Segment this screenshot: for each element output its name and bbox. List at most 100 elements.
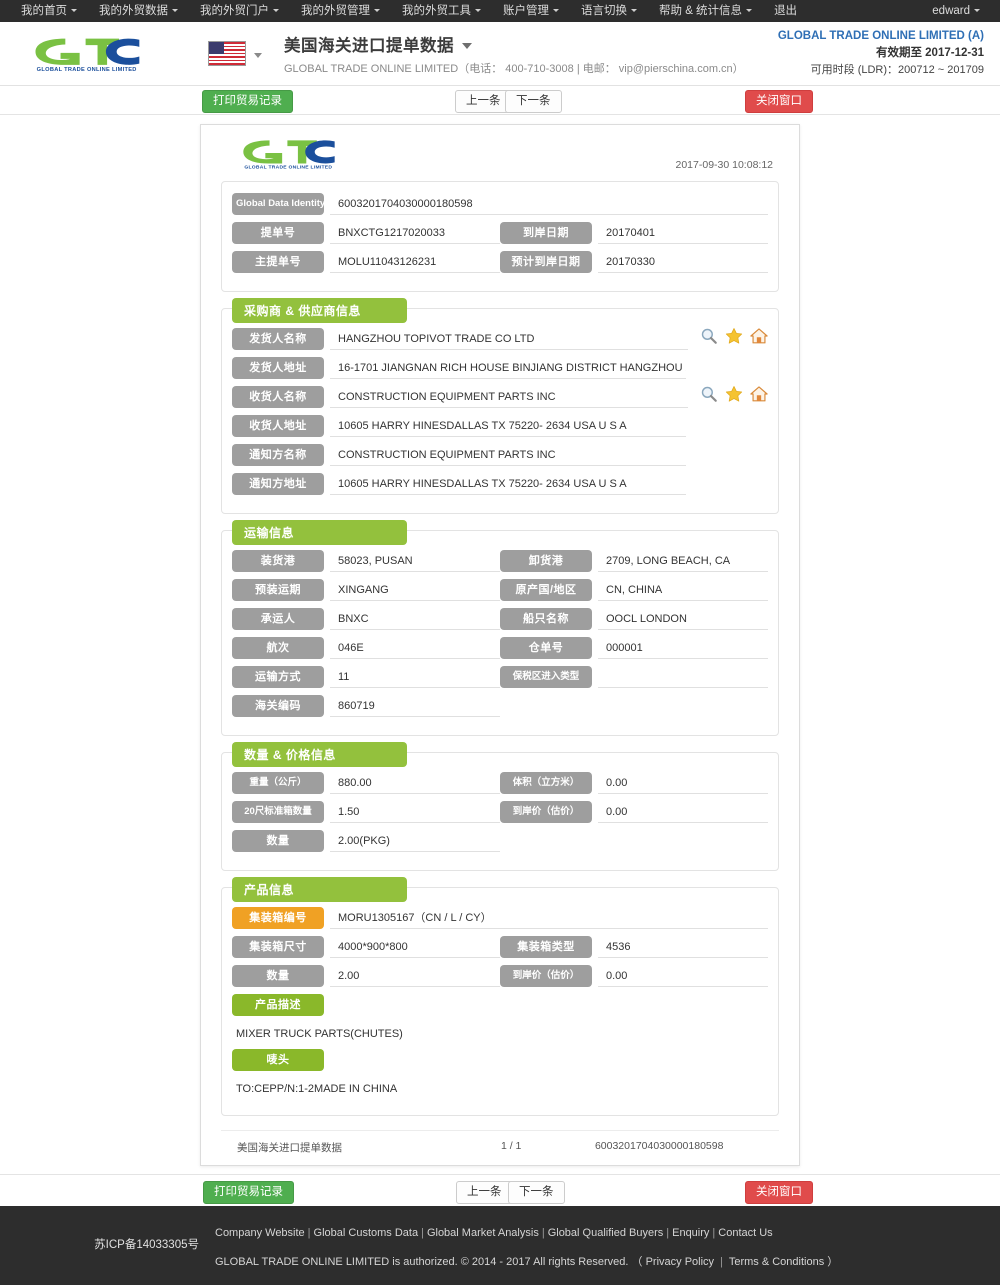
- container-number-label: 集装箱编号: [232, 906, 324, 929]
- close-window-button-bottom[interactable]: 关闭窗口: [745, 1181, 813, 1204]
- search-icon-button[interactable]: [700, 385, 718, 408]
- nav-item-3[interactable]: 我的外贸管理: [290, 0, 391, 22]
- nav-item-label: 账户管理: [503, 5, 549, 17]
- field-cell: 通知方地址 10605 HARRY HINESDALLAS TX 75220- 2…: [232, 472, 768, 495]
- field-cell: 船只名称 OOCL LONDON: [500, 607, 768, 630]
- star-icon: [725, 328, 743, 344]
- field-label: 运输方式: [232, 665, 324, 688]
- previous-record-button[interactable]: 上一条: [455, 90, 512, 113]
- field-value: 4000*900*800: [330, 936, 500, 958]
- field-value: 0.00: [598, 801, 768, 823]
- field-value: 10605 HARRY HINESDALLAS TX 75220- 2634 U…: [330, 473, 686, 495]
- table-row: 重量（公斤） 880.00 体积（立方米） 0.00: [232, 771, 768, 794]
- field-cell: 仓单号 000001: [500, 636, 768, 659]
- page-title[interactable]: 美国海关进口提单数据: [284, 32, 744, 56]
- footer-links: Company Website | Global Customs Data | Glob…: [215, 1222, 838, 1244]
- field-label: 发货人名称: [232, 327, 324, 350]
- chevron-down-icon: [172, 9, 178, 13]
- company-home-icon-button[interactable]: [750, 327, 768, 350]
- nav-item-4[interactable]: 我的外贸工具: [391, 0, 492, 22]
- account-company-name[interactable]: GLOBAL TRADE ONLINE LIMITED (A): [778, 28, 984, 45]
- record-action-icons: [692, 327, 768, 350]
- chevron-down-icon: [71, 9, 77, 13]
- table-row: 通知方地址 10605 HARRY HINESDALLAS TX 75220- 2…: [232, 472, 768, 495]
- nav-item-8[interactable]: 退出: [763, 0, 808, 22]
- footer-content: Company Website | Global Customs Data | Glob…: [215, 1220, 838, 1269]
- home-icon: [750, 386, 768, 402]
- field-value: CN, CHINA: [598, 579, 768, 601]
- nav-item-7[interactable]: 帮助 & 统计信息: [648, 0, 763, 22]
- nav-item-label: 退出: [774, 5, 798, 17]
- nav-item-1[interactable]: 我的外贸数据: [88, 0, 189, 22]
- close-window-button[interactable]: 关闭窗口: [745, 90, 813, 113]
- footer-separator: |: [666, 1227, 670, 1239]
- nav-item-5[interactable]: 账户管理: [492, 0, 570, 22]
- nav-item-label: 我的外贸门户: [200, 5, 269, 17]
- table-row: 海关编码 860719: [232, 694, 768, 717]
- nav-item-2[interactable]: 我的外贸门户: [189, 0, 290, 22]
- document-footer-name: 美国海关进口提单数据: [237, 1142, 342, 1154]
- footer-link-5[interactable]: Contact Us: [718, 1227, 772, 1239]
- footer-link-2[interactable]: Global Market Analysis: [427, 1227, 539, 1239]
- nav-item-label: 我的外贸管理: [301, 5, 370, 17]
- field-cell: 卸货港 2709, LONG BEACH, CA: [500, 549, 768, 572]
- next-record-button[interactable]: 下一条: [505, 90, 562, 113]
- field-cell: 预装运期 XINGANG: [232, 578, 500, 601]
- print-trade-record-button[interactable]: 打印贸易记录: [202, 90, 293, 113]
- footer-separator: |: [720, 1256, 723, 1268]
- nav-item-6[interactable]: 语言切换: [570, 0, 648, 22]
- field-cell: 集装箱类型 4536: [500, 935, 768, 958]
- chevron-down-icon: [631, 9, 637, 13]
- page-title-text: 美国海关进口提单数据: [284, 36, 454, 55]
- document-footer: 美国海关进口提单数据 1 / 1 6003201704030000180598: [221, 1130, 779, 1155]
- field-label: 海关编码: [232, 694, 324, 717]
- chevron-down-icon: [374, 9, 380, 13]
- previous-record-button-bottom[interactable]: 上一条: [456, 1181, 513, 1204]
- field-value: OOCL LONDON: [598, 608, 768, 630]
- page-footer: 苏ICP备14033305号 Company Website | Global Cu…: [0, 1206, 1000, 1285]
- privacy-policy-link[interactable]: Privacy Policy: [646, 1256, 714, 1268]
- section-title: 产品信息: [232, 877, 407, 902]
- favorite-icon-button[interactable]: [725, 327, 743, 350]
- footer-link-1[interactable]: Global Customs Data: [314, 1227, 419, 1239]
- document-timestamp: 2017-09-30 10:08:12: [675, 159, 774, 171]
- field-cell: 承运人 BNXC: [232, 607, 500, 630]
- field-value: 4536: [598, 936, 768, 958]
- country-flag-selector[interactable]: [208, 41, 262, 66]
- field-value: 2709, LONG BEACH, CA: [598, 550, 768, 572]
- footer-link-3[interactable]: Global Qualified Buyers: [548, 1227, 664, 1239]
- field-value: 880.00: [330, 772, 500, 794]
- field-label: 集装箱尺寸: [232, 935, 324, 958]
- user-menu[interactable]: edward: [922, 5, 990, 17]
- section-rows: 装货港 58023, PUSAN 卸货港 2709, LONG BEACH, CA 预装…: [232, 549, 768, 717]
- field-cell: 到岸价（估价） 0.00: [500, 964, 768, 987]
- terms-conditions-link[interactable]: Terms & Conditions: [729, 1256, 824, 1268]
- footer-separator: |: [421, 1227, 424, 1239]
- field-value: 1.50: [330, 801, 500, 823]
- print-trade-record-button-bottom[interactable]: 打印贸易记录: [203, 1181, 294, 1204]
- table-row: 集装箱编号 MORU1305167（CN / L / CY）: [232, 906, 768, 929]
- table-row: 收货人名称 CONSTRUCTION EQUIPMENT PARTS INC: [232, 385, 768, 408]
- field-label: 通知方名称: [232, 443, 324, 466]
- field-value: 11: [330, 666, 500, 688]
- footer-link-0[interactable]: Company Website: [215, 1227, 305, 1239]
- flag-chevron-down-icon: [254, 45, 262, 63]
- next-record-button-bottom[interactable]: 下一条: [508, 1181, 565, 1204]
- nav-item-label: 语言切换: [581, 5, 627, 17]
- footer-link-4[interactable]: Enquiry: [672, 1227, 709, 1239]
- company-home-icon-button[interactable]: [750, 385, 768, 408]
- field-cell: 集装箱尺寸 4000*900*800: [232, 935, 500, 958]
- favorite-icon-button[interactable]: [725, 385, 743, 408]
- field-cell: 数量 2.00(PKG): [232, 829, 500, 852]
- nav-item-0[interactable]: 我的首页: [10, 0, 88, 22]
- product-description-row: 产品描述: [232, 993, 768, 1016]
- table-row: 提单号 BNXCTG1217020033 到岸日期 20170401: [232, 221, 768, 244]
- document-header: GLOBAL TRADE ONLINE LIMITED 2017-09-30 1…: [215, 133, 785, 181]
- field-label: 收货人名称: [232, 385, 324, 408]
- account-info-block: GLOBAL TRADE ONLINE LIMITED (A) 有效期至 201…: [778, 28, 984, 79]
- identity-row: Global Data Identity 6003201704030000180…: [232, 192, 768, 215]
- field-cell: 运输方式 11: [232, 665, 500, 688]
- home-icon: [750, 328, 768, 344]
- search-icon-button[interactable]: [700, 327, 718, 350]
- field-label: 承运人: [232, 607, 324, 630]
